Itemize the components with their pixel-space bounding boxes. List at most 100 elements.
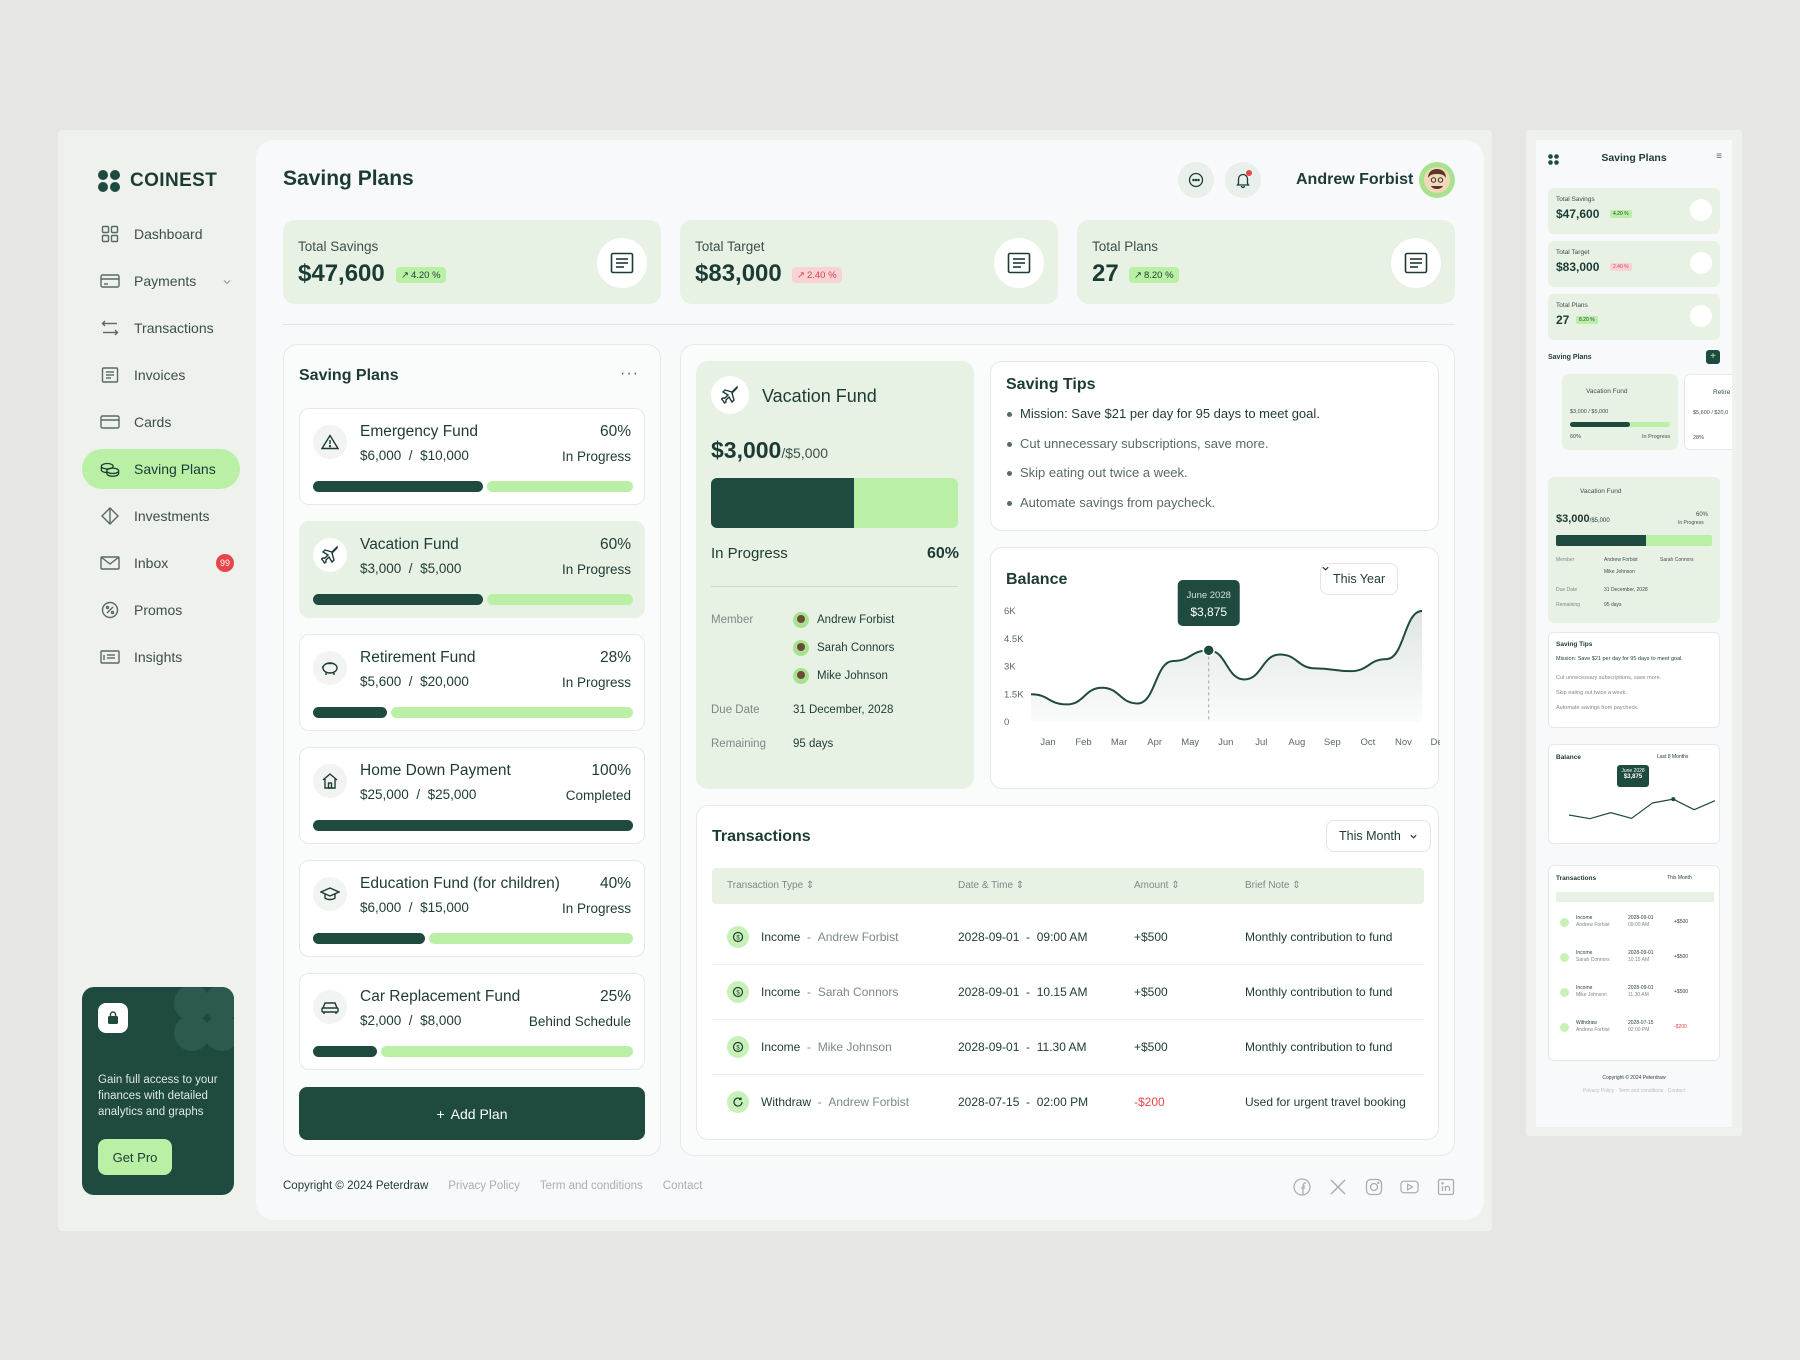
sidebar-item-inbox[interactable]: Inbox 99: [82, 543, 240, 583]
chat-button[interactable]: [1178, 162, 1214, 198]
dropdown-value: This Month: [1339, 829, 1401, 843]
balance-range-dropdown[interactable]: This Year: [1320, 563, 1399, 595]
sidebar-item-saving-plans[interactable]: Saving Plans: [82, 449, 240, 489]
x-twitter-icon[interactable]: [1328, 1177, 1347, 1196]
transaction-type: Income - Sarah Connors: [761, 985, 899, 999]
table-row[interactable]: $ Income - Andrew Forbist 2028-09-01 - 0…: [712, 910, 1424, 965]
facebook-icon[interactable]: [1292, 1177, 1311, 1196]
mobile-page-title: Saving Plans: [1601, 152, 1667, 164]
y-tick-label: 6K: [1004, 606, 1016, 617]
notification-button[interactable]: [1225, 162, 1261, 198]
plan-card-vacation[interactable]: Vacation Fund $3,000 / $5,000 60% In Pro…: [299, 521, 645, 618]
y-tick-label: 0: [1004, 717, 1009, 728]
plus-icon: +: [436, 1105, 445, 1122]
youtube-icon[interactable]: [1400, 1177, 1419, 1196]
graduation-icon: [313, 877, 347, 911]
sidebar-item-promos[interactable]: Promos: [82, 590, 240, 630]
user-avatar[interactable]: [1419, 162, 1455, 198]
stat-icon[interactable]: [597, 238, 647, 288]
transaction-time: 02:00 PM: [1628, 1027, 1650, 1033]
plan-card-emergency[interactable]: Emergency Fund $6,000 / $10,000 60% In P…: [299, 408, 645, 505]
table-row[interactable]: Withdraw - Andrew Forbist 2028-07-15 - 0…: [712, 1075, 1424, 1130]
mobile-plan-card[interactable]: Vacation Fund $3,000 / $5,000 60% In Pro…: [1562, 374, 1678, 450]
plan-percent: 60%: [599, 423, 631, 440]
table-row[interactable]: Income Andrew Forbist 2028-09-01 09:00 AM +$…: [1556, 910, 1714, 940]
sidebar-item-insights[interactable]: Insights: [82, 637, 240, 677]
x-tick-label: Jul: [1255, 737, 1267, 748]
transactions-range-dropdown[interactable]: This Month: [1667, 875, 1692, 881]
plan-name: Retire: [1713, 389, 1731, 396]
receipt-icon[interactable]: [1690, 252, 1712, 274]
receipt-icon[interactable]: [1690, 305, 1712, 327]
piggy-icon: [313, 651, 347, 685]
sidebar-item-transactions[interactable]: Transactions: [82, 308, 240, 348]
instagram-icon[interactable]: [1364, 1177, 1383, 1196]
sidebar-item-investments[interactable]: Investments: [82, 496, 240, 536]
plan-card-home[interactable]: Home Down Payment $25,000 / $25,000 100%…: [299, 747, 645, 844]
sidebar-item-payments[interactable]: Payments: [82, 261, 240, 301]
chart-tooltip: [1177, 580, 1240, 626]
plan-card-education[interactable]: Education Fund (for children) $6,000 / $…: [299, 860, 645, 957]
due-date-value: 31 December, 2028: [1604, 587, 1648, 593]
stat-icon[interactable]: [994, 238, 1044, 288]
stat-value: 27: [1556, 313, 1570, 327]
table-row[interactable]: $ Income - Sarah Connors 2028-09-01 - 10…: [712, 965, 1424, 1020]
privacy-link[interactable]: Privacy Policy: [448, 1180, 520, 1192]
stat-change-badge: 2.40 %: [1610, 263, 1632, 271]
sidebar-item-invoices[interactable]: Invoices: [82, 355, 240, 395]
table-row[interactable]: Income Mike Johnson 2028-09-01 11.30 AM +$50…: [1556, 980, 1714, 1010]
balance-title: Balance: [1006, 571, 1068, 588]
column-header[interactable]: Brief Note ⇕: [1245, 880, 1301, 891]
stat-card-total-savings: Total Savings $47,600 ↗ 4.20 %: [283, 220, 661, 304]
menu-icon[interactable]: ≡: [1716, 151, 1722, 162]
highlight-point: [1202, 644, 1215, 657]
table-row[interactable]: Income Sarah Connors 2028-09-01 10.15 AM +$5…: [1556, 945, 1714, 975]
tips-title: Saving Tips: [1556, 641, 1593, 648]
get-pro-button[interactable]: Get Pro: [98, 1139, 172, 1175]
transaction-type: Income: [1576, 985, 1593, 991]
car-icon: [313, 990, 347, 1024]
stat-value: $47,600: [1556, 207, 1600, 221]
plan-progress-bar: [313, 707, 633, 718]
vacation-progress-bar: [1556, 535, 1712, 546]
sidebar-item-cards[interactable]: Cards: [82, 402, 240, 442]
stat-change-badge: ↗ 8.20 %: [1129, 267, 1179, 283]
plan-card-car[interactable]: Car Replacement Fund $2,000 / $8,000 25%…: [299, 973, 645, 1070]
footer-links[interactable]: Privacy Policy · Term and conditions · C…: [1536, 1088, 1732, 1094]
member-label: Member: [711, 614, 754, 626]
sidebar-item-dashboard[interactable]: Dashboard: [82, 214, 240, 254]
column-header[interactable]: Amount ⇕: [1134, 880, 1180, 891]
transactions-range-dropdown[interactable]: This Month: [1326, 820, 1431, 852]
add-plan-button[interactable]: +: [1706, 350, 1720, 364]
plan-card-retirement[interactable]: Retirement Fund $5,600 / $20,000 28% In …: [299, 634, 645, 731]
contact-link[interactable]: Contact: [663, 1180, 703, 1192]
transaction-date: 2028-09-01: [1628, 985, 1654, 991]
mobile-balance-card: Balance Last 8 Months June 2028 $3,875: [1548, 744, 1720, 844]
add-plan-button[interactable]: + Add Plan: [299, 1087, 645, 1140]
column-header[interactable]: Date & Time ⇕: [958, 880, 1024, 891]
sidebar-item-label: Payments: [134, 273, 197, 289]
receipt-icon: [1007, 252, 1031, 274]
column-header[interactable]: Transaction Type ⇕: [727, 880, 814, 891]
plan-percent: 60%: [599, 536, 631, 553]
table-row[interactable]: Withdraw Andrew Forbist 2028-07-15 02:00 PM…: [1556, 1015, 1714, 1045]
linkedin-icon[interactable]: [1436, 1177, 1455, 1196]
terms-link[interactable]: Term and conditions: [540, 1180, 643, 1192]
brand-logo[interactable]: COINEST: [98, 170, 217, 192]
plan-name: Vacation Fund: [360, 536, 459, 553]
vacation-percent: 60%: [1696, 512, 1709, 518]
transaction-time: 11.30 AM: [1628, 992, 1649, 998]
vacation-title: Vacation Fund: [762, 386, 877, 406]
user-name[interactable]: Andrew Forbist: [1296, 171, 1413, 189]
withdraw-icon: [727, 1091, 749, 1113]
table-row[interactable]: $ Income - Mike Johnson 2028-09-01 - 11.…: [712, 1020, 1424, 1075]
chevron-down-icon[interactable]: [222, 274, 232, 290]
mobile-plan-card[interactable]: Retire $5,600 / $20,0 28%: [1684, 374, 1732, 450]
vacation-progress-bar: [711, 478, 958, 528]
stat-icon[interactable]: [1391, 238, 1441, 288]
more-options-icon[interactable]: ···: [620, 365, 639, 383]
receipt-icon[interactable]: [1690, 199, 1712, 221]
plan-name: Retirement Fund: [360, 649, 476, 666]
member-item: Sarah Connors: [793, 640, 894, 656]
dropdown-value: This Year: [1333, 572, 1386, 586]
